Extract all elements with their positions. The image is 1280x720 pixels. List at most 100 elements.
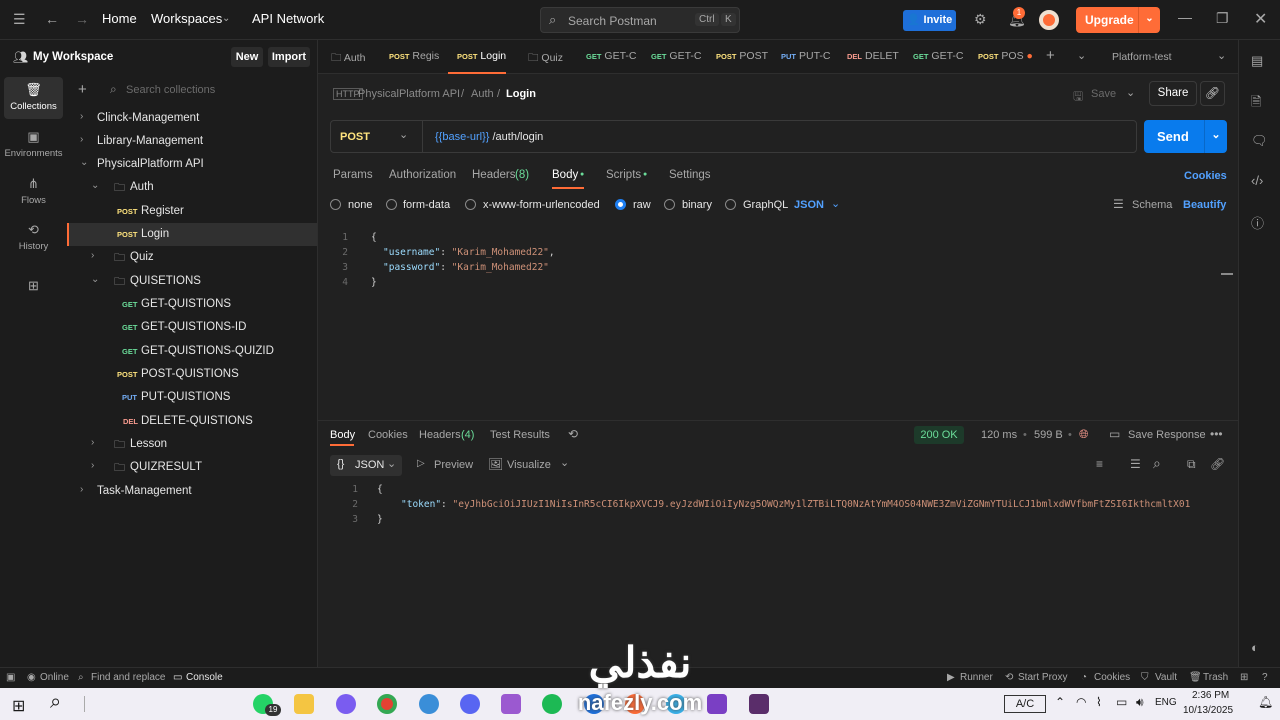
app-icon[interactable] — [419, 694, 439, 714]
maximize-icon[interactable]: ❐ — [1216, 10, 1229, 27]
windows-start-icon[interactable]: ⊞ — [12, 696, 25, 716]
clock-time[interactable]: 2:36 PM — [1192, 690, 1229, 701]
chrome-icon[interactable] — [377, 694, 397, 714]
invite-button[interactable]: 👤 Invite — [903, 10, 956, 31]
visual-studio-icon[interactable] — [501, 694, 521, 714]
radio-graphql[interactable] — [725, 199, 736, 210]
cookies-link[interactable]: Cookies — [1184, 170, 1227, 182]
wifi-icon[interactable]: ◠ — [1076, 695, 1086, 709]
tab-request[interactable]: POST POST — [716, 50, 768, 62]
chevron-right-icon[interactable]: › — [91, 437, 94, 448]
tab-settings[interactable]: Settings — [669, 169, 711, 181]
battery-icon[interactable]: ▭ — [1116, 695, 1127, 709]
chevron-down-icon[interactable]: ⌄ — [1126, 86, 1135, 99]
tab-request[interactable]: GET GET-C — [586, 50, 637, 62]
request-body-editor[interactable]: 1 { 2 "username": "Karim_Mohamed22", 3 "pas… — [330, 229, 1230, 414]
url-input[interactable]: {{base-url}} /auth/login — [435, 131, 543, 143]
search-icon[interactable]: ⌕ — [1153, 455, 1161, 472]
tab-request[interactable]: GET GET-C — [913, 50, 964, 62]
tab-params[interactable]: Params — [333, 169, 373, 181]
globe-icon[interactable]: 🌐︎ — [1079, 427, 1089, 442]
body-format-select[interactable]: JSON — [794, 199, 824, 211]
chevron-down-icon[interactable]: ⌄ — [1077, 49, 1086, 62]
documentation-icon[interactable]: 🗎︎ — [1251, 93, 1261, 115]
rail-more[interactable]: ⊞ — [4, 273, 63, 315]
request-item[interactable]: GET GET-QUISTIONS-ID — [67, 316, 317, 339]
collection-item[interactable]: › Clinck-Management — [67, 107, 317, 130]
online-status[interactable]: Online — [40, 672, 69, 683]
request-item[interactable]: POST Register — [67, 200, 317, 223]
keyboard-layout-indicator[interactable]: A/C — [1004, 695, 1046, 713]
menu-icon[interactable]: ☰ — [13, 11, 26, 28]
rail-collections[interactable]: 🗑︎ Collections — [4, 77, 63, 119]
method-select[interactable]: POST ⌄ — [331, 121, 423, 152]
runner-button[interactable]: Runner — [960, 672, 993, 683]
tab-register[interactable]: POST Regis — [389, 50, 439, 62]
response-body-viewer[interactable]: 1 { 2 "token": "eyJhbGciOiJIUzI1NiIsInR5cC… — [340, 482, 1228, 662]
workspaces-menu[interactable]: Workspaces — [151, 11, 222, 26]
chevron-right-icon[interactable]: › — [80, 134, 83, 145]
folder-item[interactable]: › 🗀 Quiz — [67, 246, 317, 269]
radio-form-data[interactable] — [386, 199, 397, 210]
layout-icon[interactable]: ⊞ — [1240, 672, 1248, 683]
network-icon[interactable]: ⌇ — [1096, 695, 1102, 709]
chevron-down-icon[interactable]: ⌄ — [560, 456, 569, 469]
gear-icon[interactable]: ⚙ — [974, 11, 987, 28]
new-button[interactable]: New — [231, 47, 263, 67]
environment-selector[interactable]: Platform-test — [1112, 51, 1172, 63]
radio-none[interactable] — [330, 199, 341, 210]
radio-binary[interactable] — [664, 199, 675, 210]
folder-item[interactable]: › 🗀 Lesson — [67, 433, 317, 456]
chevron-up-icon[interactable]: ⌃ — [1055, 695, 1065, 709]
tab-request[interactable]: PUT PUT-C — [781, 50, 831, 62]
sidebar-toggle-icon[interactable]: ▣ — [6, 672, 15, 683]
response-tab-body[interactable]: Body — [330, 429, 355, 441]
folder-item[interactable]: ⌄ 🗀 Auth — [67, 176, 317, 199]
close-icon[interactable]: ✕ — [1254, 9, 1267, 29]
minimize-icon[interactable]: — — [1178, 9, 1192, 25]
global-search-input[interactable]: ⌕ Search Postman Ctrl K — [540, 7, 740, 33]
breadcrumb-folder[interactable]: Auth — [471, 88, 494, 100]
more-icon[interactable]: ••• — [1210, 427, 1223, 441]
link-icon[interactable]: 🔗︎ — [1210, 457, 1225, 471]
save-response-button[interactable]: Save Response — [1128, 429, 1206, 441]
find-replace-button[interactable]: Find and replace — [91, 672, 166, 683]
import-button[interactable]: Import — [268, 47, 310, 67]
plus-icon[interactable]: + — [1046, 47, 1055, 64]
response-tab-tests[interactable]: Test Results — [490, 429, 550, 441]
wrap-lines-icon[interactable]: ≡ — [1096, 457, 1103, 471]
tab-auth[interactable]: 🗀 Auth — [331, 50, 365, 68]
back-arrow-icon[interactable]: ← — [45, 11, 59, 27]
chevron-down-icon[interactable]: ⌄ — [80, 157, 88, 168]
status-badge[interactable]: 200 OK — [914, 426, 964, 444]
folder-item[interactable]: › 🗀 QUIZRESULT — [67, 456, 317, 479]
copilot-icon[interactable] — [336, 694, 356, 714]
theme-icon[interactable]: ◐ — [1251, 640, 1259, 655]
collection-item[interactable]: › Library-Management — [67, 130, 317, 153]
upgrade-button[interactable]: Upgrade ⌄ — [1076, 7, 1160, 33]
tab-request[interactable]: GET GET-C — [651, 50, 702, 62]
response-tab-cookies[interactable]: Cookies — [368, 429, 408, 441]
chevron-down-icon[interactable]: ⌄ — [831, 197, 840, 210]
request-item[interactable]: POST POST-QUISTIONS — [67, 363, 317, 386]
cookies-button[interactable]: Cookies — [1094, 672, 1130, 683]
tab-request[interactable]: DEL DELET — [847, 50, 899, 62]
request-item[interactable]: GET GET-QUISTIONS — [67, 293, 317, 316]
avatar[interactable] — [1039, 10, 1059, 30]
chevron-down-icon[interactable]: ⌄ — [1204, 120, 1227, 153]
vault-button[interactable]: Vault — [1155, 672, 1177, 683]
info-icon[interactable]: ⓘ — [1251, 213, 1264, 232]
trash-button[interactable]: Trash — [1203, 672, 1228, 683]
tab-login[interactable]: POST Login — [457, 50, 506, 62]
chevron-down-icon[interactable]: ⌄ — [91, 180, 99, 191]
api-network-link[interactable]: API Network — [252, 11, 324, 26]
copy-icon[interactable]: ⧉ — [1187, 457, 1196, 472]
tab-quiz[interactable]: 🗀 Quiz — [528, 50, 563, 68]
history-icon[interactable]: ⟲ — [568, 427, 578, 441]
start-proxy-button[interactable]: Start Proxy — [1018, 672, 1067, 683]
collection-item[interactable]: › Task-Management — [67, 480, 317, 503]
chevron-down-icon[interactable]: ⌄ — [1217, 49, 1226, 62]
forward-arrow-icon[interactable]: → — [75, 11, 89, 27]
rail-environments[interactable]: ▣ Environments — [4, 124, 63, 166]
tab-headers[interactable]: Headers — [472, 169, 515, 181]
